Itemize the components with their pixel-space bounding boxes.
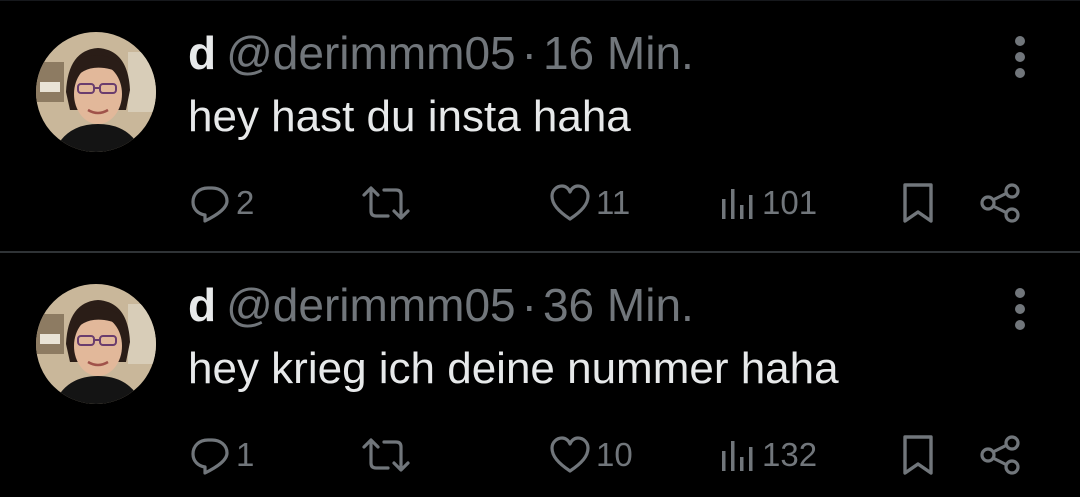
avatar[interactable]	[36, 32, 156, 152]
like-count: 10	[596, 436, 633, 473]
like-count: 11	[596, 184, 631, 221]
views-icon	[718, 433, 758, 477]
bookmark-button[interactable]	[898, 178, 938, 228]
user-handle[interactable]: @derimmm05	[226, 27, 516, 79]
timestamp[interactable]: 36 Min.	[543, 279, 694, 331]
bookmark-icon	[898, 181, 938, 225]
retweet-button[interactable]	[358, 178, 418, 228]
reply-button[interactable]: 2	[188, 178, 254, 228]
reply-count: 1	[236, 436, 255, 473]
views-count: 132	[762, 436, 818, 473]
views-button[interactable]: 132	[718, 430, 817, 480]
share-button[interactable]	[976, 430, 1024, 480]
share-button[interactable]	[976, 178, 1024, 228]
tweet-header: d @derimmm05 · 36 Min.	[188, 278, 694, 332]
views-count: 101	[762, 184, 818, 221]
views-icon	[718, 181, 758, 225]
display-name[interactable]: d	[188, 279, 216, 331]
user-handle[interactable]: @derimmm05	[226, 279, 516, 331]
timeline: d @derimmm05 · 16 Min. hey hast du insta ha…	[0, 0, 1080, 497]
share-icon	[976, 181, 1024, 225]
views-button[interactable]: 101	[718, 178, 817, 228]
more-icon[interactable]	[1010, 288, 1030, 332]
tweet-header: d @derimmm05 · 16 Min.	[188, 26, 694, 80]
like-button[interactable]: 10	[548, 430, 633, 480]
retweet-button[interactable]	[358, 430, 418, 480]
timestamp[interactable]: 16 Min.	[543, 27, 694, 79]
reply-button[interactable]: 1	[188, 430, 254, 480]
reply-icon	[188, 181, 232, 225]
tweet-text: hey hast du insta haha	[188, 92, 631, 141]
heart-icon	[548, 433, 592, 477]
bookmark-button[interactable]	[898, 430, 938, 480]
share-icon	[976, 433, 1024, 477]
like-button[interactable]: 11	[548, 178, 630, 228]
display-name[interactable]: d	[188, 27, 216, 79]
heart-icon	[548, 181, 592, 225]
tweet[interactable]: d @derimmm05 · 36 Min. hey krieg ich deine …	[0, 252, 1080, 497]
separator-dot: ·	[521, 27, 537, 79]
retweet-icon	[358, 181, 414, 225]
more-icon[interactable]	[1010, 36, 1030, 80]
separator-dot: ·	[521, 279, 537, 331]
tweet-text: hey krieg ich deine nummer haha	[188, 344, 839, 393]
reply-icon	[188, 433, 232, 477]
tweet[interactable]: d @derimmm05 · 16 Min. hey hast du insta ha…	[0, 0, 1080, 250]
retweet-icon	[358, 433, 414, 477]
bookmark-icon	[898, 433, 938, 477]
reply-count: 2	[236, 184, 255, 221]
avatar[interactable]	[36, 284, 156, 404]
